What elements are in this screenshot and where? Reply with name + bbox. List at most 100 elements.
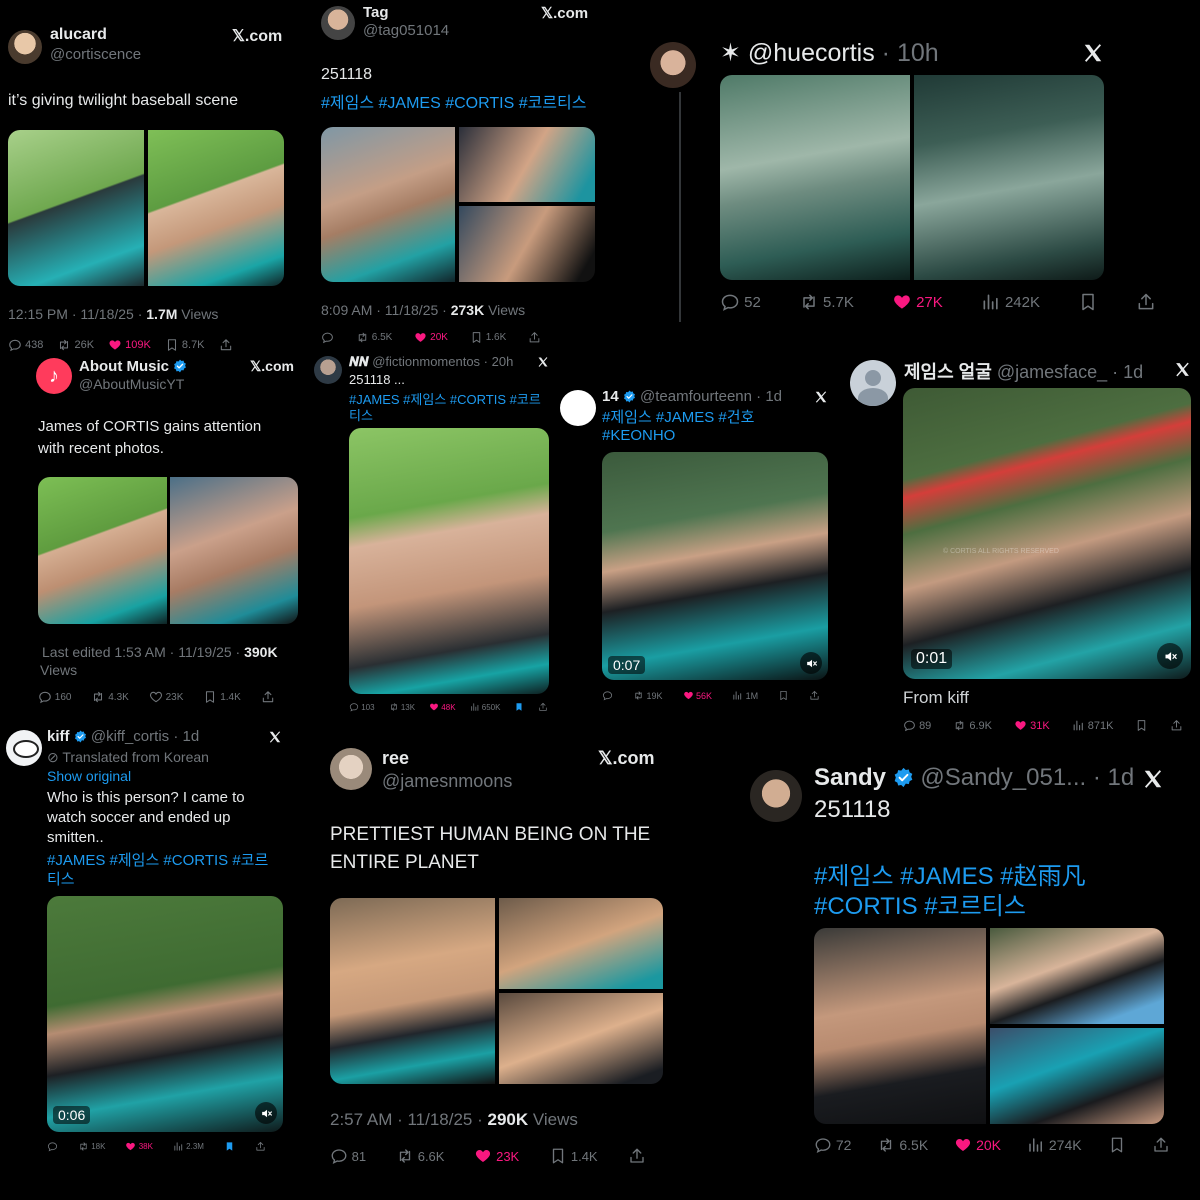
tweet-photo[interactable]	[720, 75, 1104, 280]
handle[interactable]: @jamesnmoons	[382, 771, 512, 792]
tweet-card-alucard[interactable]: alucard @cortiscence 𝕏.com it’s giving t…	[0, 20, 300, 360]
hashtags-line1[interactable]: #JAMES #제임스 #CORTIS #코르	[47, 849, 268, 870]
repost-button[interactable]: 19K	[633, 690, 663, 701]
repost-button[interactable]: 6.5K	[356, 331, 392, 344]
reply-button[interactable]	[602, 690, 613, 701]
tweet-card-kiff[interactable]: kiff @kiff_cortis · 1d ⊘ Translated from…	[0, 724, 300, 1164]
avatar[interactable]	[650, 42, 696, 88]
repost-button[interactable]: 6.9K	[953, 719, 992, 732]
photo-left[interactable]	[38, 477, 167, 624]
reply-button[interactable]: 103	[349, 702, 375, 712]
photo-left[interactable]	[330, 898, 495, 1084]
tweet-card-about-music[interactable]: ♪ About Music @AboutMusicYT 𝕏.com James …	[30, 350, 310, 710]
like-button[interactable]: 23K	[474, 1147, 519, 1165]
bookmark-button[interactable]	[1078, 292, 1098, 312]
avatar[interactable]	[314, 356, 342, 384]
photo-left[interactable]	[814, 928, 986, 1124]
tweet-photo[interactable]	[814, 928, 1164, 1124]
reply-button[interactable]: 52	[720, 292, 761, 312]
display-name[interactable]: Sandy @Sandy_051... · 1d	[814, 764, 1134, 792]
reply-button[interactable]: 72	[814, 1136, 851, 1154]
bookmark-button[interactable]: 1.6K	[470, 331, 506, 344]
hashtags[interactable]: #제임스 #JAMES #CORTIS #코르티스	[321, 89, 586, 113]
volume-button[interactable]	[1157, 643, 1183, 669]
tweet-card-tag[interactable]: Tag @tag051014 𝕏.com 251118 #제임스 #JAMES …	[315, 0, 605, 350]
bookmark-button[interactable]: 1.4K	[203, 690, 241, 704]
bookmark-button[interactable]: 1.4K	[549, 1147, 598, 1165]
photo-right[interactable]	[169, 477, 298, 624]
like-button[interactable]: 31K	[1014, 719, 1050, 732]
tweet-photo[interactable]	[349, 428, 549, 694]
display-name[interactable]: Tag	[363, 4, 389, 21]
tweet-card-sandy[interactable]: Sandy @Sandy_051... · 1d 251118 #제임스 #JA…	[740, 752, 1180, 1172]
views-button[interactable]: 242K	[981, 292, 1040, 312]
avatar[interactable]	[8, 30, 42, 64]
avatar[interactable]: ♪	[36, 358, 72, 394]
share-button[interactable]	[1136, 292, 1156, 312]
share-button[interactable]	[255, 1141, 266, 1152]
hashtags-line2[interactable]: #CORTIS #코르티스	[814, 886, 1026, 921]
tweet-video[interactable]: 0:07	[602, 452, 828, 680]
bookmark-button[interactable]	[1135, 719, 1148, 732]
avatar[interactable]	[6, 730, 42, 766]
tweet-photo[interactable]	[330, 898, 663, 1084]
hashtags-line2[interactable]: #KEONHO	[602, 427, 675, 444]
handle[interactable]: @AboutMusicYT	[79, 376, 184, 392]
tweet-card-jamesface[interactable]: 제임스 얼굴 @jamesface_ · 1d © CORTIS ALL RIG…	[848, 352, 1200, 742]
display-name[interactable]: 14 @teamfourteenn · 1d	[602, 388, 782, 405]
photo-right[interactable]	[914, 75, 1104, 280]
bookmark-button[interactable]	[514, 702, 524, 712]
repost-button[interactable]: 5.7K	[799, 292, 854, 312]
display-name[interactable]: kiff @kiff_cortis · 1d	[47, 728, 199, 745]
reply-button[interactable]	[47, 1141, 58, 1152]
show-original-link[interactable]: Show original	[47, 768, 131, 784]
photo-top-right[interactable]	[499, 898, 663, 989]
views-button[interactable]: 2.3M	[173, 1141, 204, 1152]
like-button[interactable]: 20K	[414, 331, 448, 344]
share-button[interactable]	[528, 331, 541, 344]
bookmark-button[interactable]	[224, 1141, 235, 1152]
handle[interactable]: @tag051014	[363, 22, 449, 39]
hashtags-line1[interactable]: #제임스 #JAMES #건호	[602, 406, 754, 427]
bookmark-button[interactable]	[1108, 1136, 1126, 1154]
photo-left[interactable]	[321, 127, 455, 282]
photo-left[interactable]	[720, 75, 910, 280]
photo-bottom-right[interactable]	[990, 1028, 1164, 1124]
repost-button[interactable]: 4.3K	[91, 690, 129, 704]
avatar[interactable]	[750, 770, 802, 822]
reply-button[interactable]: 160	[38, 690, 71, 704]
share-button[interactable]	[1170, 719, 1183, 732]
volume-button[interactable]	[800, 652, 822, 674]
avatar[interactable]	[330, 748, 372, 790]
hashtags-line2[interactable]: 티스	[349, 405, 373, 424]
tweet-photo[interactable]	[38, 477, 298, 624]
share-button[interactable]	[261, 690, 275, 704]
views-button[interactable]: 274K	[1027, 1136, 1082, 1154]
views-button[interactable]: 650K	[470, 702, 500, 712]
display-name[interactable]: 𝑵𝑵 @fictionmomentos · 20h	[349, 354, 513, 370]
like-button[interactable]: 48K	[429, 702, 456, 712]
tweet-photo[interactable]	[8, 130, 284, 286]
volume-button[interactable]	[255, 1102, 277, 1124]
hashtags-line1[interactable]: #JAMES #제임스 #CORTIS #코르	[349, 389, 541, 408]
like-button[interactable]: 56K	[683, 690, 712, 701]
tweet-card-teamfourteenn[interactable]: 14 @teamfourteenn · 1d #제임스 #JAMES #건호 #…	[560, 384, 840, 714]
reply-button[interactable]: 89	[903, 719, 931, 732]
reply-button[interactable]: 81	[330, 1147, 366, 1165]
display-name[interactable]: alucard	[50, 26, 107, 44]
display-name[interactable]: About Music	[79, 358, 187, 375]
like-button[interactable]: 27K	[892, 292, 943, 312]
photo-top-right[interactable]	[990, 928, 1164, 1024]
share-button[interactable]	[809, 690, 820, 701]
repost-button[interactable]: 13K	[389, 702, 415, 712]
tweet-photo[interactable]	[321, 127, 595, 282]
avatar[interactable]	[321, 6, 355, 40]
repost-button[interactable]: 18K	[78, 1141, 105, 1152]
share-button[interactable]	[538, 702, 548, 712]
share-button[interactable]	[628, 1147, 646, 1165]
tweet-card-ree[interactable]: ree @jamesnmoons 𝕏.com PRETTIEST HUMAN B…	[320, 740, 670, 1180]
share-button[interactable]	[1152, 1136, 1170, 1154]
like-button[interactable]: 38K	[125, 1141, 153, 1152]
avatar[interactable]	[560, 390, 596, 426]
display-name[interactable]: ✶ @huecortis · 10h	[720, 38, 939, 68]
